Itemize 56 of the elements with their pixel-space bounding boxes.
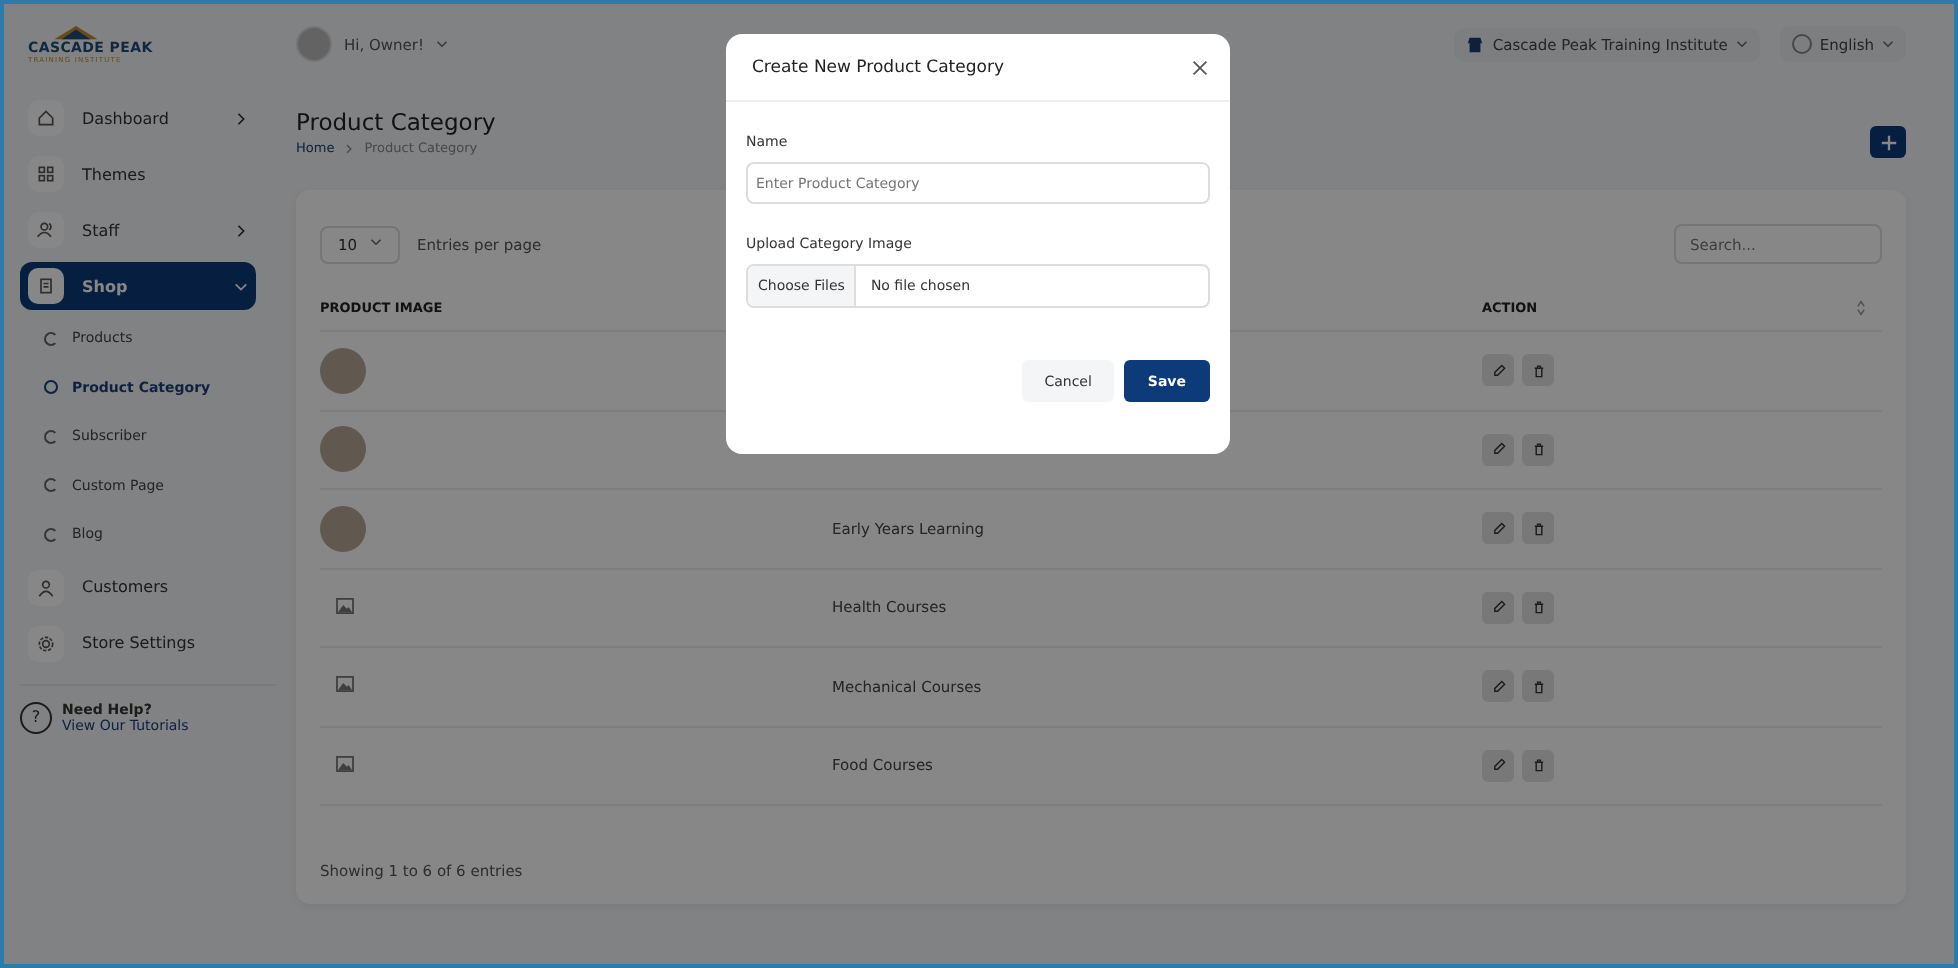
page-title: Product Category bbox=[296, 108, 496, 136]
home-icon bbox=[36, 108, 56, 128]
plus-icon bbox=[1879, 133, 1897, 151]
help-icon: ? bbox=[20, 701, 52, 733]
add-button[interactable] bbox=[1870, 126, 1906, 158]
image-icon bbox=[336, 755, 354, 772]
delete-button[interactable] bbox=[1522, 512, 1554, 545]
photo-placeholder bbox=[320, 426, 366, 473]
edit-button[interactable] bbox=[1482, 670, 1514, 703]
caret-icon bbox=[436, 38, 448, 50]
delete-button[interactable] bbox=[1522, 354, 1554, 387]
delete-button[interactable] bbox=[1522, 591, 1554, 624]
nav-item[interactable]: Customers bbox=[20, 563, 256, 611]
trash-icon bbox=[1531, 679, 1545, 694]
caret-icon bbox=[1882, 38, 1894, 50]
avatar-icon bbox=[296, 26, 332, 62]
caret-icon bbox=[1735, 38, 1748, 50]
pencil-icon bbox=[1491, 442, 1505, 457]
nav-item[interactable]: Staff bbox=[20, 206, 256, 254]
edit-button[interactable] bbox=[1482, 354, 1514, 387]
close-icon[interactable] bbox=[1192, 59, 1208, 75]
nav-item[interactable]: Dashboard bbox=[20, 94, 256, 142]
gear-icon bbox=[36, 633, 56, 653]
document-icon bbox=[36, 276, 56, 296]
edit-button[interactable] bbox=[1482, 749, 1514, 782]
trash-icon bbox=[1531, 521, 1545, 536]
photo-placeholder bbox=[320, 347, 366, 394]
pencil-icon bbox=[1491, 521, 1505, 536]
caret-icon bbox=[369, 235, 382, 247]
chevron-icon bbox=[344, 143, 355, 153]
image-icon bbox=[336, 597, 354, 614]
edit-button[interactable] bbox=[1482, 512, 1514, 545]
mountain-logo-icon bbox=[52, 24, 100, 40]
delete-button[interactable] bbox=[1522, 749, 1554, 782]
edit-button[interactable] bbox=[1482, 433, 1514, 466]
trash-icon bbox=[1531, 600, 1545, 615]
nav-item[interactable]: Shop bbox=[20, 262, 256, 310]
edit-button[interactable] bbox=[1482, 591, 1514, 624]
pencil-icon bbox=[1491, 363, 1505, 378]
nav-item[interactable]: Store Settings bbox=[20, 619, 256, 667]
people-icon bbox=[36, 220, 56, 240]
trash-icon bbox=[1531, 442, 1545, 457]
trash-icon bbox=[1531, 363, 1545, 378]
pencil-icon bbox=[1491, 679, 1505, 694]
nav-item[interactable]: Themes bbox=[20, 150, 256, 198]
pencil-icon bbox=[1491, 600, 1505, 615]
delete-button[interactable] bbox=[1522, 670, 1554, 703]
pencil-icon bbox=[1491, 758, 1505, 773]
person-icon bbox=[36, 577, 56, 597]
modal-title: Create New Product Category bbox=[752, 57, 1004, 77]
grid-icon bbox=[36, 164, 56, 184]
image-icon bbox=[336, 676, 354, 693]
globe-icon bbox=[1791, 34, 1812, 54]
trash-icon bbox=[1531, 758, 1545, 773]
delete-button[interactable] bbox=[1522, 433, 1554, 466]
photo-placeholder bbox=[320, 505, 366, 552]
